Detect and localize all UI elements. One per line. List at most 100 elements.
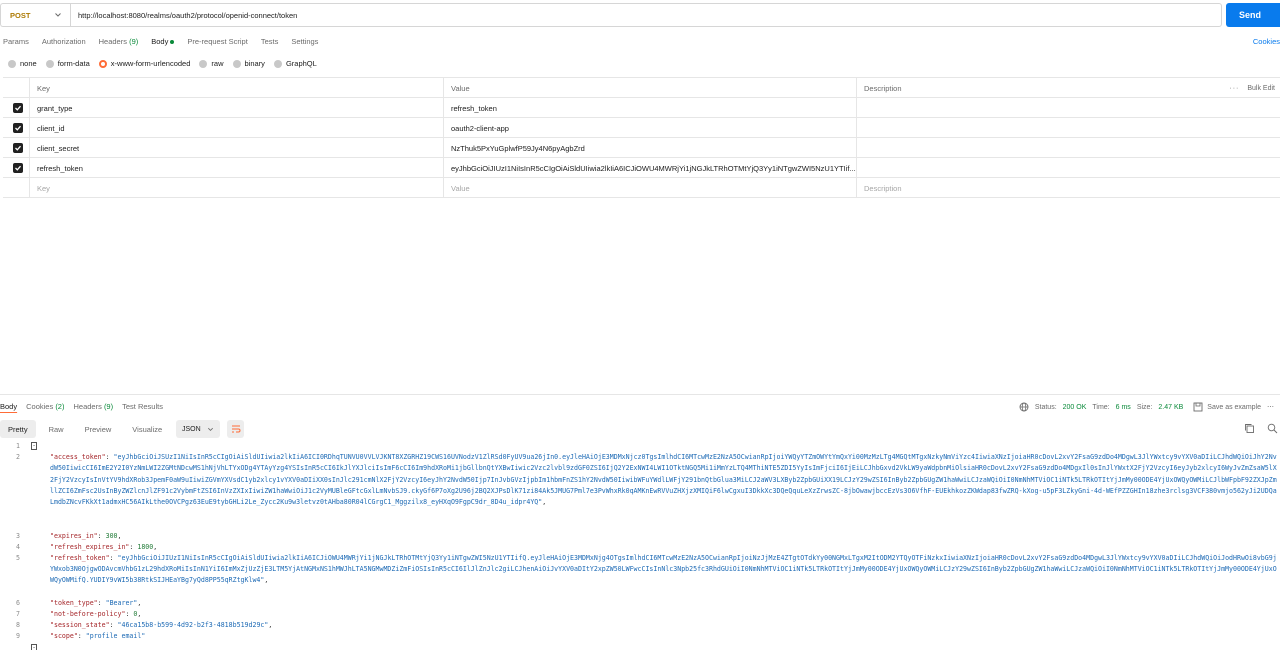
header-key: Key (29, 78, 443, 98)
row-checkbox[interactable] (3, 118, 29, 138)
json-key: "access_token" (50, 453, 106, 462)
copy-icon[interactable] (1244, 423, 1255, 434)
row-description[interactable] (856, 98, 1280, 118)
radio-form-data[interactable]: form-data (45, 59, 90, 68)
radio-urlencoded[interactable]: x-www-form-urlencoded (98, 59, 190, 68)
response-meta: Status: 200 OK Time: 6 ms Size: 2.47 KB … (1019, 402, 1280, 412)
code-lines: { "access_token": "eyJhbGciOiJSUzI1NiIsI… (35, 441, 1280, 643)
row-value[interactable]: oauth2-client-app (443, 118, 856, 138)
bulk-edit-button[interactable]: Bulk Edit (1247, 85, 1275, 92)
line-number: 8 (16, 621, 20, 630)
time-value[interactable]: 6 ms (1116, 404, 1131, 411)
code-line: "access_token": "eyJhbGciOiJSUzI1NiIsInR… (35, 452, 1280, 530)
send-button[interactable]: Send (1226, 3, 1280, 27)
save-as-example-button[interactable]: Save as example (1207, 404, 1261, 411)
header-description: Description (856, 78, 1280, 98)
row-checkbox[interactable] (3, 138, 29, 158)
row-key[interactable]: client_id (29, 118, 443, 138)
tab-headers[interactable]: Headers (9) (99, 37, 139, 46)
body-type-options: none form-data x-www-form-urlencoded raw… (8, 59, 326, 68)
radio-circle (45, 59, 54, 68)
response-header-bar: Body Cookies (2) Headers (9) Test Result… (0, 394, 1280, 416)
table-row-placeholder: Key Value Description (3, 178, 1280, 198)
row-description[interactable] (856, 118, 1280, 138)
view-tab-preview[interactable]: Preview (77, 420, 120, 438)
json-string: "profile email" (85, 632, 146, 641)
tab-settings[interactable]: Settings (291, 37, 318, 46)
response-tab-cookies[interactable]: Cookies (2) (26, 402, 64, 411)
response-tab-test-results[interactable]: Test Results (122, 402, 163, 411)
json-key: "expires_in" (50, 531, 98, 540)
row-checkbox-empty (3, 178, 29, 198)
row-description[interactable] (856, 158, 1280, 178)
save-icon (1193, 402, 1203, 412)
line-number: 3 (16, 531, 20, 540)
radio-circle (8, 59, 16, 68)
table-row: client_id oauth2-client-app (3, 118, 1280, 138)
header-checkbox-cell (3, 78, 29, 98)
collapse-toggle-icon[interactable]: - (31, 644, 37, 650)
more-icon[interactable]: ⋯ (1267, 403, 1274, 411)
refresh-token-entry: "refresh_token": "eyJhbGciOiJIUzI1NiIsIn… (50, 554, 1277, 585)
status-value[interactable]: 200 OK (1063, 404, 1087, 411)
table-row: grant_type refresh_token (3, 98, 1280, 118)
format-label: JSON (182, 425, 201, 433)
radio-circle (273, 59, 282, 68)
globe-icon[interactable] (1019, 402, 1029, 412)
row-key[interactable]: refresh_token (29, 158, 443, 178)
tab-tests[interactable]: Tests (261, 37, 279, 46)
row-key[interactable]: grant_type (29, 98, 443, 118)
view-tab-visualize[interactable]: Visualize (124, 420, 170, 438)
row-description[interactable] (856, 138, 1280, 158)
tab-prerequest-script[interactable]: Pre-request Script (187, 37, 247, 46)
tab-params[interactable]: Params (3, 37, 29, 46)
radio-graphql[interactable]: GraphQL (273, 59, 317, 68)
body-indicator-dot (170, 40, 175, 45)
cookies-link[interactable]: Cookies (1253, 37, 1280, 46)
time-label: Time: (1092, 403, 1110, 411)
row-key[interactable]: client_secret (29, 138, 443, 158)
row-value[interactable]: refresh_token (443, 98, 856, 118)
request-tabs: Params Authorization Headers (9) Body Pr… (3, 37, 331, 46)
refresh-token-value: "eyJhbGciOiJIUzI1NiIsInR5cCIgOiAiSldUIiw… (50, 554, 1277, 585)
view-tab-pretty[interactable]: Pretty (0, 420, 36, 438)
radio-none[interactable]: none (8, 59, 37, 68)
new-key-input[interactable]: Key (29, 178, 443, 198)
response-tab-cookies-label: Cookies (26, 402, 54, 411)
json-key: "refresh_token" (50, 554, 110, 562)
tab-authorization[interactable]: Authorization (42, 37, 86, 46)
table-row: refresh_token eyJhbGciOiJIUzI1NiIsInR5cC… (3, 158, 1280, 178)
code-line: "scope": "profile email" (50, 632, 146, 641)
new-value-input[interactable]: Value (443, 178, 856, 198)
wrap-lines-button[interactable] (227, 420, 244, 438)
radio-raw[interactable]: raw (199, 59, 224, 68)
checkmark-icon (13, 143, 23, 153)
radio-binary[interactable]: binary (232, 59, 265, 68)
tab-headers-label: Headers (98, 37, 127, 46)
code-line: "token_type": "Bearer", (50, 598, 142, 607)
search-icon[interactable] (1267, 423, 1278, 434)
headers-count: (9) (129, 37, 139, 46)
response-tab-headers[interactable]: Headers (9) (73, 402, 113, 411)
method-selector[interactable]: POST (0, 3, 70, 27)
row-value[interactable]: eyJhbGciOiJIUzI1NiIsInR5cCIgOiAiSldUIiwi… (443, 158, 856, 178)
format-select[interactable]: JSON (176, 420, 220, 438)
response-tab-body[interactable]: Body (0, 402, 17, 411)
code-line: "expires_in": 300, (50, 531, 122, 540)
code-line: { (35, 441, 1280, 452)
row-checkbox[interactable] (3, 98, 29, 118)
row-value[interactable]: NzThuk5PxYuGplwfP59Jy4N6pyAgbZrd (443, 138, 856, 158)
row-checkbox[interactable] (3, 158, 29, 178)
request-url-bar: POST http://localhost:8080/realms/oauth2… (0, 3, 1280, 27)
tab-body[interactable]: Body (151, 37, 175, 46)
radio-none-label: none (20, 59, 37, 68)
json-key: "not-before-policy" (50, 610, 126, 618)
table-header: Key Value Description ··· Bulk Edit (3, 78, 1280, 98)
checkmark-icon (13, 123, 23, 133)
view-tab-raw[interactable]: Raw (41, 420, 72, 438)
url-input[interactable]: http://localhost:8080/realms/oauth2/prot… (70, 3, 1222, 27)
more-options-icon[interactable]: ··· (1229, 85, 1239, 92)
response-headers-count: (9) (103, 402, 114, 411)
new-description-input[interactable]: Description (856, 178, 1280, 198)
size-value[interactable]: 2.47 KB (1158, 404, 1183, 411)
